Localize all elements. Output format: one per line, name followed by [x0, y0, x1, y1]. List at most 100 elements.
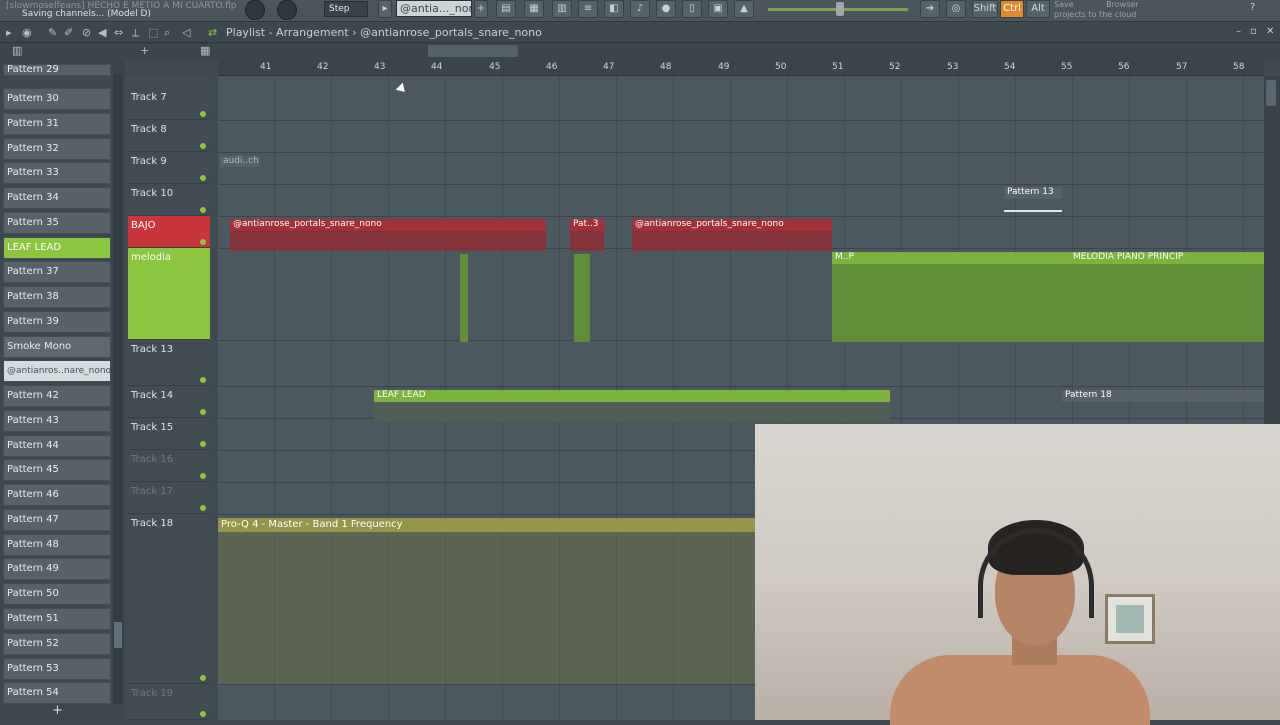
pattern-item[interactable]: Pattern 53	[3, 658, 111, 680]
melodia-piano-clip[interactable]: MELODIA PIANO PRINCIP	[1070, 252, 1264, 264]
minimize-icon[interactable]: –	[1236, 26, 1241, 37]
help-icon[interactable]: ?	[1250, 2, 1255, 13]
pattern-item[interactable]: Pattern 38	[3, 286, 111, 308]
pattern-list-scroll-thumb[interactable]	[114, 622, 122, 648]
track-enable-dot[interactable]	[200, 473, 206, 479]
playback-icon[interactable]: ◁	[182, 26, 190, 39]
pattern-18-clip[interactable]: Pattern 18	[1062, 390, 1264, 402]
track-header-14[interactable]: Track 14	[128, 386, 210, 418]
alt-button[interactable]: Alt	[1026, 0, 1050, 18]
track-header-bajo[interactable]: BAJO	[128, 216, 210, 248]
track-enable-dot[interactable]	[200, 331, 206, 337]
vertical-scroll-thumb[interactable]	[1266, 80, 1276, 106]
plugin-picker-icon[interactable]: ◧	[604, 0, 624, 18]
pattern-item[interactable]: Pattern 35	[3, 212, 111, 234]
close-icon[interactable]: ✕	[1266, 26, 1274, 37]
pattern-item[interactable]: Pattern 48	[3, 534, 111, 556]
project-icon[interactable]: ▣	[708, 0, 728, 18]
pattern-item[interactable]: Pattern 44	[3, 435, 111, 457]
channel-rack-icon[interactable]: ▥	[552, 0, 572, 18]
track-header-9[interactable]: Track 9	[128, 152, 210, 184]
melodia-short-clip[interactable]	[574, 254, 590, 342]
tempo-icon[interactable]: ♪	[630, 0, 650, 18]
pattern-item[interactable]: Pattern 50	[3, 583, 111, 605]
search-icon[interactable]: ◎	[946, 0, 966, 18]
pattern-list-scrollbar[interactable]	[113, 74, 123, 704]
zoom-icon[interactable]: ⌕	[164, 26, 170, 40]
browser-label[interactable]: Browser	[1106, 0, 1138, 9]
pattern-item[interactable]: Pattern 54	[3, 682, 111, 704]
pattern-item[interactable]: Pattern 46	[3, 484, 111, 506]
horizontal-scrollbar[interactable]	[428, 45, 518, 57]
pattern-item[interactable]: Pattern 39	[3, 311, 111, 333]
track-header-17[interactable]: Track 17	[128, 482, 210, 514]
pattern-item[interactable]: Pattern 29	[3, 64, 111, 76]
track-enable-dot[interactable]	[200, 441, 206, 447]
pattern-item[interactable]: Pattern 31	[3, 113, 111, 135]
track-enable-dot[interactable]	[200, 409, 206, 415]
pattern-item[interactable]: Pattern 49	[3, 558, 111, 580]
master-pitch-knob[interactable]	[277, 0, 297, 20]
playlist-icon[interactable]: ▤	[496, 0, 516, 18]
pattern-item[interactable]: Pattern 33	[3, 162, 111, 184]
track-enable-dot[interactable]	[200, 111, 206, 117]
track-enable-dot[interactable]	[200, 377, 206, 383]
pattern-item[interactable]: Pattern 37	[3, 261, 111, 283]
pattern-item[interactable]: Pattern 42	[3, 385, 111, 407]
melodia-clip-short[interactable]: M..P	[832, 252, 1072, 264]
add-pattern-plus-icon[interactable]: +	[52, 703, 63, 718]
track-enable-dot[interactable]	[200, 239, 206, 245]
magnet-icon[interactable]: ◉	[22, 26, 32, 39]
pattern-item[interactable]: Pattern 52	[3, 633, 111, 655]
pattern-item[interactable]: Pattern 45	[3, 459, 111, 481]
piano-roll-icon[interactable]: ▦	[524, 0, 544, 18]
pattern-13-clip[interactable]: Pattern 13	[1004, 187, 1062, 199]
track-header-7[interactable]: Track 7	[128, 88, 210, 120]
track-enable-dot[interactable]	[200, 143, 206, 149]
track-header-10[interactable]: Track 10	[128, 184, 210, 216]
add-pattern-icon[interactable]: +	[474, 0, 488, 18]
track-header-13[interactable]: Track 13	[128, 340, 210, 386]
track-header-15[interactable]: Track 15	[128, 418, 210, 450]
arrow-left-right-icon[interactable]: ⇄	[208, 26, 217, 39]
pattern-item-smoke-mono[interactable]: Smoke Mono	[3, 336, 111, 358]
track-header-melodia[interactable]: melodia	[128, 248, 210, 340]
shift-button[interactable]: Shift	[972, 0, 998, 18]
master-volume-knob[interactable]	[245, 0, 265, 20]
add-track-icon[interactable]: +	[140, 44, 149, 57]
slice-icon[interactable]: ⟂	[132, 26, 139, 40]
track-header-18[interactable]: Track 18	[128, 514, 210, 684]
track-header-19[interactable]: Track 19	[128, 684, 210, 720]
track-enable-dot[interactable]	[200, 207, 206, 213]
ctrl-button[interactable]: Ctrl	[1000, 0, 1024, 18]
pattern-item[interactable]: Pattern 51	[3, 608, 111, 630]
metronome-icon[interactable]: ▲	[734, 0, 754, 18]
mixer-icon[interactable]: ≡	[578, 0, 598, 18]
pat-toggle-icon[interactable]: ▦	[200, 44, 210, 57]
timeline-ruler[interactable]: 41 42 43 44 45 46 47 48 49 50 51 52 53 5…	[218, 60, 1264, 76]
track-header-8[interactable]: Track 8	[128, 120, 210, 152]
file-icon[interactable]: ▯	[682, 0, 702, 18]
pattern-item[interactable]: Pattern 30	[3, 88, 111, 110]
pattern-item[interactable]: Pattern 34	[3, 187, 111, 209]
microphone-icon[interactable]: ●	[656, 0, 676, 18]
melodia-short-clip[interactable]	[460, 254, 468, 342]
volume-slider-handle[interactable]	[836, 2, 844, 16]
automation-clip[interactable]: Pro-Q 4 - Master - Band 1 Frequency	[218, 518, 758, 532]
bajo-clip-3[interactable]: @antianrose_portals_snare_nono	[632, 219, 832, 231]
maximize-icon[interactable]: ▫	[1250, 26, 1257, 37]
track-enable-dot[interactable]	[200, 675, 206, 681]
track-enable-dot[interactable]	[200, 505, 206, 511]
pattern-prev-icon[interactable]: ▸	[378, 0, 392, 18]
pattern-selector[interactable]: @antia..._nono	[396, 0, 472, 17]
bajo-clip-1[interactable]: @antianrose_portals_snare_nono	[230, 219, 546, 231]
pattern-item-leaf-lead[interactable]: LEAF LEAD	[3, 237, 111, 259]
snap-step-selector[interactable]: Step	[324, 1, 368, 17]
pattern-item[interactable]: Pattern 43	[3, 410, 111, 432]
slip-icon[interactable]: ⇔	[114, 26, 123, 39]
pattern-item[interactable]: Pattern 47	[3, 509, 111, 531]
audio-clip[interactable]: audi..ch	[220, 156, 260, 167]
track-enable-dot[interactable]	[200, 711, 206, 717]
leaf-lead-clip[interactable]: LEAF LEAD	[374, 390, 890, 402]
select-icon[interactable]: ⬚	[148, 26, 158, 39]
